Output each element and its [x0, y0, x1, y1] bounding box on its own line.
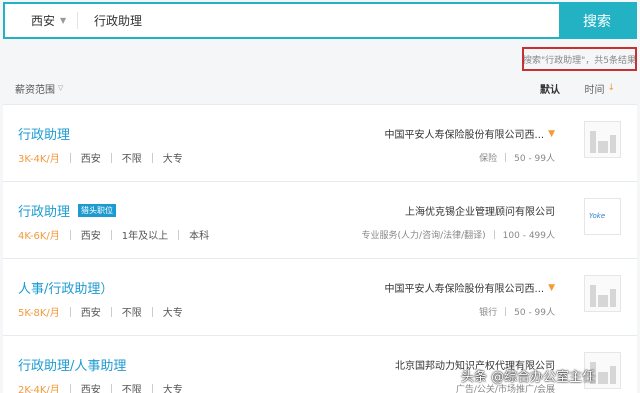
- job-education: 本科: [189, 231, 210, 242]
- company-size: 100 - 499人: [502, 231, 555, 241]
- job-title: 行政助理/人事助理: [18, 359, 127, 374]
- job-meta: 2K-4K/月 西安 不限 大专: [18, 381, 183, 393]
- company-name-link[interactable]: 中国平安人寿保险股份有限公司西... ▼: [384, 280, 555, 296]
- job-experience: 不限: [121, 154, 142, 165]
- job-card[interactable]: 行政助理 猎头职位 4K-6K/月 西安 1年及以上 本科 上海优克锡企业管理顾…: [3, 181, 637, 258]
- job-search-page: 西安 ▼ 搜索 搜索"行政助理"，共5条结果 薪资范围 ▽ 默认 时间 ↓ 行政…: [0, 0, 640, 393]
- search-input[interactable]: [78, 4, 559, 37]
- company-industry: 保险: [479, 154, 498, 164]
- arrow-down-icon: ↓: [607, 83, 615, 93]
- search-bar: 西安 ▼ 搜索: [3, 2, 637, 39]
- job-list: 行政助理 3K-4K/月 西安 不限 大专 中国平安人寿保险股份有限公司西...…: [3, 104, 637, 393]
- company-logo[interactable]: [584, 275, 621, 312]
- job-experience: 1年及以上: [121, 231, 169, 242]
- headhunter-badge: 猎头职位: [78, 204, 117, 217]
- job-city: 西安: [80, 308, 101, 319]
- job-experience: 不限: [121, 308, 142, 319]
- job-city: 西安: [80, 231, 101, 242]
- company-info: 专业服务(人力/咨询/法律/翻译) 100 - 499人: [362, 228, 555, 241]
- company-size: 50 - 99人: [514, 308, 555, 318]
- job-title-link[interactable]: 行政助理: [18, 124, 70, 143]
- job-meta: 5K-8K/月 西安 不限 大专: [18, 304, 183, 319]
- job-salary: 5K-8K/月: [18, 308, 60, 319]
- company-info: 银行 50 - 99人: [479, 305, 555, 318]
- company-info: 保险 50 - 99人: [479, 151, 555, 164]
- job-salary: 2K-4K/月: [18, 385, 60, 393]
- result-count: 搜索"行政助理"，共5条结果: [522, 47, 637, 71]
- salary-range-filter[interactable]: 薪资范围 ▽: [15, 81, 63, 96]
- job-meta: 3K-4K/月 西安 不限 大专: [18, 150, 183, 165]
- job-city: 西安: [80, 154, 101, 165]
- job-experience: 不限: [121, 385, 142, 393]
- job-meta: 4K-6K/月 西安 1年及以上 本科: [18, 227, 209, 242]
- job-title-link[interactable]: 人事/行政助理）: [18, 278, 113, 297]
- job-salary: 3K-4K/月: [18, 154, 60, 165]
- job-title: 人事/行政助理）: [18, 282, 114, 297]
- company-industry: 专业服务(人力/咨询/法律/翻译): [361, 231, 486, 241]
- watermark: 头条 @综合办公室主任: [461, 370, 596, 385]
- job-card[interactable]: 人事/行政助理） 5K-8K/月 西安 不限 大专 中国平安人寿保险股份有限公司…: [3, 258, 637, 335]
- sort-time[interactable]: 时间 ↓: [584, 81, 615, 96]
- verified-badge-icon: ▼: [548, 128, 555, 139]
- company-industry: 银行: [479, 308, 498, 318]
- company-logo[interactable]: [584, 121, 621, 158]
- filter-bar: 薪资范围 ▽ 默认 时间 ↓: [3, 75, 637, 101]
- job-title: 行政助理: [18, 205, 71, 220]
- company-name: 中国平安人寿保险股份有限公司西...: [384, 284, 545, 295]
- company-logo-text: Yoke: [589, 212, 606, 220]
- salary-range-label: 薪资范围: [15, 84, 55, 96]
- job-education: 大专: [162, 385, 183, 393]
- company-name: 上海优克锡企业管理顾问有限公司: [405, 207, 555, 218]
- verified-badge-icon: ▼: [548, 282, 555, 293]
- search-button[interactable]: 搜索: [559, 4, 635, 37]
- city-label: 西安: [31, 14, 56, 28]
- sort-time-label: 时间: [584, 84, 605, 96]
- job-salary: 4K-6K/月: [18, 231, 60, 242]
- company-logo[interactable]: Yoke: [584, 198, 621, 235]
- job-title-link[interactable]: 行政助理/人事助理: [18, 355, 126, 374]
- sort-default[interactable]: 默认: [540, 81, 560, 96]
- job-title-link[interactable]: 行政助理 猎头职位: [18, 201, 117, 220]
- job-city: 西安: [80, 385, 101, 393]
- company-size: 50 - 99人: [514, 154, 555, 164]
- job-card[interactable]: 行政助理 3K-4K/月 西安 不限 大专 中国平安人寿保险股份有限公司西...…: [3, 104, 637, 181]
- chevron-down-icon: ▽: [58, 84, 64, 92]
- chevron-down-icon: ▼: [60, 16, 67, 25]
- company-name: 中国平安人寿保险股份有限公司西...: [384, 130, 545, 141]
- job-title: 行政助理: [18, 128, 71, 143]
- city-selector[interactable]: 西安 ▼: [5, 4, 77, 37]
- company-name-link[interactable]: 中国平安人寿保险股份有限公司西... ▼: [384, 126, 555, 142]
- job-education: 大专: [162, 154, 183, 165]
- job-education: 大专: [162, 308, 183, 319]
- company-name-link[interactable]: 上海优克锡企业管理顾问有限公司: [405, 203, 555, 218]
